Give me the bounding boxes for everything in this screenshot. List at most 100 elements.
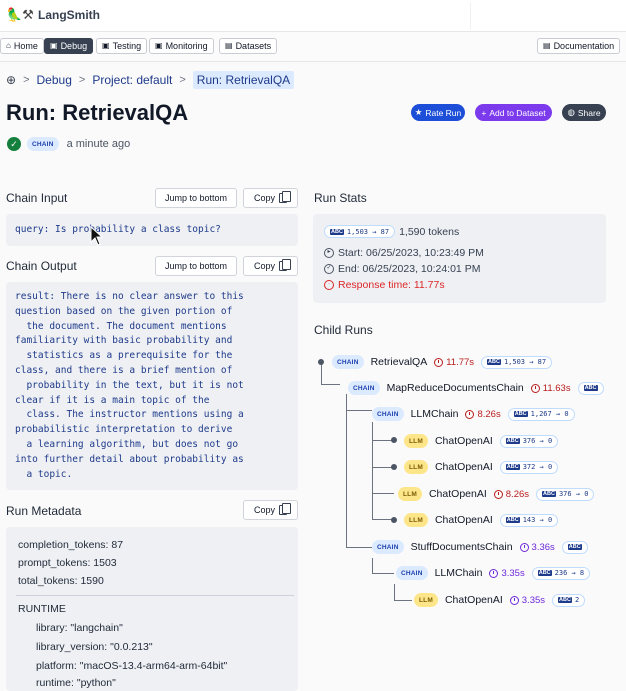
child-run-row[interactable]: LLM ChatOpenAI 3.35s ABC 2 bbox=[414, 592, 586, 608]
child-run-tokens: ABC 236 → 8 bbox=[531, 566, 591, 580]
child-run-latency-value: 11.63s bbox=[542, 382, 571, 394]
child-run-name: LLMChain bbox=[434, 567, 483, 579]
clock-icon bbox=[465, 409, 475, 419]
run-start: Start: 06/25/2023, 10:23:49 PM bbox=[338, 247, 484, 259]
nav-testing-label: Testing bbox=[112, 41, 142, 51]
child-run-row[interactable]: CHAIN RetrievalQA 11.77s ABC 1,503 → 87 bbox=[332, 354, 553, 370]
plus-icon: + bbox=[481, 107, 487, 118]
tree-connector bbox=[372, 558, 373, 573]
run-stats-title: Run Stats bbox=[314, 191, 367, 205]
run-type-tag: CHAIN bbox=[372, 540, 404, 554]
child-run-tokens: ABC 1,503 → 87 bbox=[481, 355, 553, 369]
add-to-dataset-button[interactable]: + Add to Dataset bbox=[475, 104, 552, 121]
child-run-latency: 11.77s bbox=[434, 357, 474, 368]
runtime-runtime: runtime: "python" bbox=[36, 677, 116, 689]
copy-icon bbox=[279, 191, 291, 203]
app-title-bar: 🦜⚒ LangSmith bbox=[0, 0, 626, 32]
metadata-copy-button[interactable]: Copy bbox=[243, 500, 298, 520]
input-copy-button[interactable]: Copy bbox=[243, 188, 298, 208]
child-run-tokens: ABC 376 → 0 bbox=[499, 434, 559, 448]
child-run-name: LLMChain bbox=[410, 408, 459, 420]
child-run-name: ChatOpenAI bbox=[444, 594, 503, 606]
breadcrumb-current-run: Run: RetrievalQA bbox=[192, 71, 295, 89]
response-time: Response time: 11.77s bbox=[338, 279, 445, 291]
title-bar-blank bbox=[470, 2, 618, 30]
nav-datasets[interactable]: ▤ Datasets bbox=[219, 38, 278, 54]
home-icon: ⌂ bbox=[6, 41, 11, 50]
globe-icon: ◍ bbox=[567, 107, 575, 117]
chain-output-value: result: There is no clear answer to this… bbox=[6, 282, 298, 490]
child-run-tokens: ABC 372 → 0 bbox=[499, 460, 559, 474]
chevron-right-icon: > bbox=[23, 74, 30, 86]
clock-icon bbox=[519, 542, 529, 552]
runtime-platform: platform: "macOS-13.4-arm64-arm-64bit" bbox=[36, 660, 228, 672]
nav-monitoring[interactable]: ▣ Monitoring bbox=[149, 38, 214, 54]
output-copy-label: Copy bbox=[253, 261, 275, 271]
app-name: LangSmith bbox=[38, 8, 100, 22]
breadcrumb-debug[interactable]: Debug bbox=[37, 73, 72, 87]
add-to-dataset-label: Add to Dataset bbox=[489, 107, 546, 118]
clock-icon bbox=[509, 595, 519, 605]
child-runs-title: Child Runs bbox=[314, 323, 373, 337]
child-run-name: StuffDocumentsChain bbox=[410, 541, 513, 553]
tokens-total: 1,590 tokens bbox=[399, 225, 460, 238]
child-run-tokens-value: 376 → 0 bbox=[522, 437, 553, 445]
child-run-tokens: ABC 1,267 → 0 bbox=[507, 407, 575, 421]
output-copy-button[interactable]: Copy bbox=[243, 256, 298, 276]
clock-icon bbox=[530, 383, 540, 393]
tree-connector bbox=[321, 384, 340, 385]
child-run-name: RetrievalQA bbox=[370, 356, 428, 368]
nav-debug[interactable]: ▣ Debug bbox=[44, 38, 94, 54]
debug-icon: ▣ bbox=[50, 41, 58, 50]
child-run-row[interactable]: CHAIN LLMChain 8.26s ABC 1,267 → 0 bbox=[372, 406, 575, 422]
nav-home[interactable]: ⌂ Home bbox=[0, 38, 44, 54]
play-icon: ▸ bbox=[324, 248, 334, 258]
child-run-row[interactable]: CHAIN StuffDocumentsChain 3.36s ABC bbox=[372, 539, 588, 555]
child-run-row[interactable]: LLM ChatOpenAI ABC 372 → 0 bbox=[404, 459, 559, 475]
abc-icon: ABC bbox=[513, 411, 528, 417]
chain-input-value: query: Is probability a class topic? bbox=[6, 214, 298, 246]
child-run-row[interactable]: CHAIN LLMChain 3.35s ABC 236 → 8 bbox=[396, 565, 591, 581]
child-run-latency-value: 11.77s bbox=[446, 356, 475, 368]
chain-input-title: Chain Input bbox=[6, 191, 68, 205]
output-jump-to-bottom-button[interactable]: Jump to bottom bbox=[155, 256, 237, 276]
tree-connector bbox=[372, 422, 373, 519]
tree-connector bbox=[372, 493, 394, 494]
chevron-right-icon: > bbox=[179, 74, 186, 86]
child-run-tokens-value: 143 → 0 bbox=[522, 516, 553, 524]
tree-node-dot bbox=[391, 437, 397, 443]
child-run-tokens-value: 376 → 0 bbox=[558, 490, 589, 498]
nav-documentation[interactable]: ▤ Documentation bbox=[537, 38, 621, 54]
child-run-latency: 11.63s bbox=[530, 382, 571, 394]
nav-datasets-label: Datasets bbox=[235, 41, 272, 51]
child-run-row[interactable]: CHAIN MapReduceDocumentsChain 11.63s ABC bbox=[348, 380, 604, 396]
breadcrumb-project[interactable]: Project: default bbox=[92, 73, 172, 87]
abc-icon: ABC bbox=[558, 597, 572, 603]
tree-connector bbox=[394, 600, 412, 601]
success-check-icon: ✓ bbox=[7, 137, 21, 151]
nav-documentation-label: Documentation bbox=[553, 41, 615, 51]
check-circle-icon: ✓ bbox=[324, 264, 334, 274]
run-type-tag: LLM bbox=[404, 434, 428, 448]
share-button[interactable]: ◍ Share bbox=[562, 104, 606, 121]
nav-testing[interactable]: ▣ Testing bbox=[96, 38, 148, 54]
run-time-ago: a minute ago bbox=[66, 138, 131, 150]
run-type-tag: LLM bbox=[398, 487, 422, 501]
child-run-tokens-value: 236 → 8 bbox=[554, 569, 585, 577]
rate-run-button[interactable]: ★ Rate Run bbox=[411, 104, 465, 121]
langsmith-logo-icon: 🦜⚒ bbox=[6, 7, 34, 22]
child-run-row[interactable]: LLM ChatOpenAI ABC 376 → 0 bbox=[404, 433, 559, 449]
token-badge-value: 1,503 → 87 bbox=[346, 227, 390, 236]
run-type-tag: CHAIN bbox=[27, 137, 59, 151]
target-icon[interactable]: ⊕ bbox=[6, 73, 16, 87]
abc-icon: ABC bbox=[537, 570, 552, 576]
child-run-latency: 3.36s bbox=[519, 542, 555, 553]
child-run-row[interactable]: LLM ChatOpenAI 8.26s ABC 376 → 0 bbox=[398, 486, 595, 502]
nav-monitoring-label: Monitoring bbox=[165, 41, 208, 51]
input-jump-to-bottom-button[interactable]: Jump to bottom bbox=[155, 188, 237, 208]
tree-node-dot bbox=[318, 359, 324, 365]
child-run-row[interactable]: LLM ChatOpenAI ABC 143 → 0 bbox=[404, 512, 559, 528]
copy-icon bbox=[279, 503, 291, 515]
child-run-name: ChatOpenAI bbox=[434, 435, 493, 447]
total-tokens: total_tokens: 1590 bbox=[18, 575, 104, 587]
